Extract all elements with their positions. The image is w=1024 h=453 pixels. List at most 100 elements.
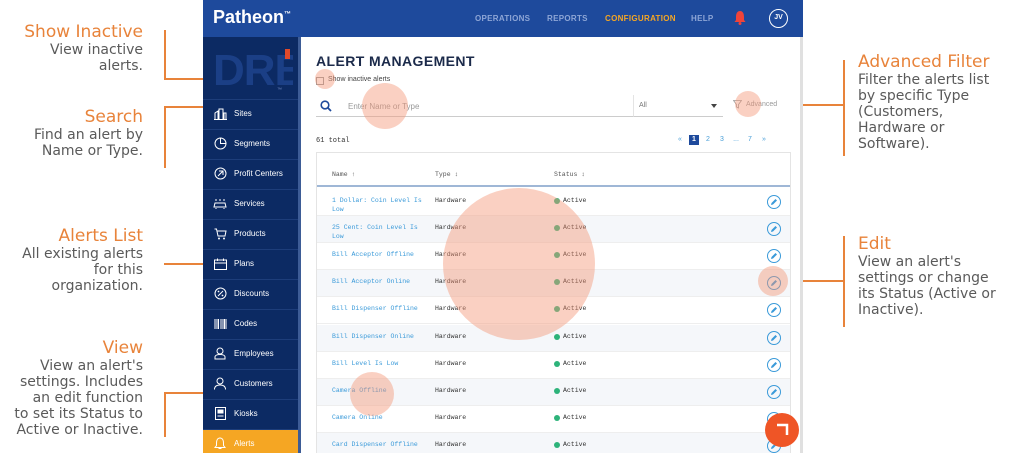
alert-type: Hardware xyxy=(435,414,467,421)
pencil-icon xyxy=(771,280,777,286)
sidebar-item-customers[interactable]: Customers xyxy=(203,369,301,397)
alert-status: Active xyxy=(554,386,586,395)
callout-line xyxy=(843,60,845,156)
column-header-name[interactable]: Name ↑ xyxy=(332,171,355,178)
alert-name-link[interactable]: Bill Level Is Low xyxy=(332,359,427,368)
alert-name-link[interactable]: 1 Dollar: Coin Level Is Low xyxy=(332,196,427,214)
callout-desc: for this xyxy=(93,262,143,278)
advanced-filter-button[interactable]: Advanced xyxy=(733,100,777,109)
table-row[interactable]: Bill Acceptor Offline Hardware Active xyxy=(317,243,790,270)
pager-page[interactable]: 1 xyxy=(689,135,699,145)
sidebar-item-profit-centers[interactable]: Profit Centers xyxy=(203,159,301,187)
help-chat-button[interactable] xyxy=(765,413,799,447)
alert-icon xyxy=(213,437,227,451)
chat-icon xyxy=(777,423,789,435)
callout-title: Advanced Filter xyxy=(858,52,990,72)
pager-page[interactable]: 2 xyxy=(703,135,713,145)
pager-next[interactable]: » xyxy=(759,135,769,145)
sidebar-item-segments[interactable]: Segments xyxy=(203,129,301,157)
alert-status: Active xyxy=(554,277,586,286)
logo-mark: ™ xyxy=(284,11,292,18)
edit-button[interactable] xyxy=(767,331,781,345)
edit-button[interactable] xyxy=(767,195,781,209)
callout-line xyxy=(164,106,166,168)
app-logo[interactable]: Patheon™ xyxy=(213,7,291,28)
edit-button[interactable] xyxy=(767,276,781,290)
edit-button[interactable] xyxy=(767,249,781,263)
table-row[interactable]: Bill Level Is Low Hardware Active xyxy=(317,352,790,379)
edit-button[interactable] xyxy=(767,303,781,317)
total-count: 61 total xyxy=(316,137,350,145)
sidebar-item-codes[interactable]: Codes xyxy=(203,309,301,337)
status-dot xyxy=(554,197,560,204)
sidebar-item-services[interactable]: Services xyxy=(203,189,301,217)
pager-page[interactable]: 7 xyxy=(745,135,755,145)
alert-name-link[interactable]: Camera Offline xyxy=(332,386,427,395)
status-dot xyxy=(554,441,560,448)
advanced-filter-label: Advanced xyxy=(746,101,778,108)
table-row[interactable]: 1 Dollar: Coin Level Is Low Hardware Activ… xyxy=(317,189,790,216)
main-scrollbar[interactable] xyxy=(800,37,803,453)
status-dot xyxy=(554,414,560,421)
calendar-icon xyxy=(213,257,227,271)
sidebar-item-label: Segments xyxy=(234,139,271,148)
edit-button[interactable] xyxy=(767,385,781,399)
callout-title: Edit xyxy=(858,234,891,254)
pie-chart-icon xyxy=(213,137,227,151)
edit-button[interactable] xyxy=(767,222,781,236)
callout-line xyxy=(164,30,166,79)
sidebar-item-plans[interactable]: Plans xyxy=(203,249,301,277)
callout-advanced-filter: Advanced Filter Filter the alerts list b… xyxy=(858,52,989,152)
alert-name-link[interactable]: Bill Acceptor Online xyxy=(332,277,427,286)
edit-button[interactable] xyxy=(767,358,781,372)
alert-status: Active xyxy=(554,413,586,422)
nav-help[interactable]: HELP xyxy=(691,14,714,23)
alert-name-link[interactable]: Card Dispenser Offline xyxy=(332,440,427,449)
sidebar-item-sites[interactable]: Sites xyxy=(203,99,301,127)
search-icon[interactable] xyxy=(320,99,332,117)
bell-icon[interactable] xyxy=(734,10,746,30)
table-row[interactable]: Bill Acceptor Online Hardware Active xyxy=(317,270,790,297)
table-row[interactable]: Camera Offline Hardware Active xyxy=(317,379,790,406)
callout-desc: View an alert's xyxy=(39,358,143,374)
alert-status: Active xyxy=(554,223,586,232)
chevron-down-icon xyxy=(711,104,717,108)
type-select-value: All xyxy=(639,102,647,109)
nav-reports[interactable]: REPORTS xyxy=(547,14,588,23)
sidebar-item-products[interactable]: Products xyxy=(203,219,301,247)
table-row[interactable]: Camera Online Hardware Active xyxy=(317,406,790,433)
nav-configuration[interactable]: CONFIGURATION xyxy=(605,14,676,23)
table-row[interactable]: Card Dispenser Offline Hardware Active xyxy=(317,433,790,453)
pencil-icon xyxy=(771,199,777,205)
status-dot xyxy=(554,360,560,367)
top-navbar: Patheon™ OPERATIONS REPORTS CONFIGURATIO… xyxy=(203,0,803,37)
sidebar-item-alerts[interactable]: Alerts xyxy=(203,429,301,453)
pager-prev[interactable]: « xyxy=(675,135,685,145)
alert-name-link[interactable]: Bill Dispenser Online xyxy=(332,332,427,341)
status-dot xyxy=(554,305,560,312)
show-inactive-label[interactable]: Show inactive alerts xyxy=(328,76,390,83)
show-inactive-checkbox[interactable] xyxy=(316,77,324,85)
alert-status: Active xyxy=(554,359,586,368)
nav-operations[interactable]: OPERATIONS xyxy=(475,14,530,23)
search-input[interactable] xyxy=(348,99,618,113)
alert-name-link[interactable]: Camera Online xyxy=(332,413,427,422)
sidebar-item-kiosks[interactable]: Kiosks xyxy=(203,399,301,427)
alert-name-link[interactable]: 25 Cent: Coin Level Is Low xyxy=(332,223,427,241)
callout-desc: settings. Includes xyxy=(20,374,143,390)
column-header-status[interactable]: Status ↕ xyxy=(554,171,585,178)
alert-name-link[interactable]: Bill Acceptor Offline xyxy=(332,250,427,259)
table-row[interactable]: Bill Dispenser Online Hardware Active xyxy=(317,325,790,352)
table-row[interactable]: 25 Cent: Coin Level Is Low Hardware Active xyxy=(317,216,790,243)
sidebar-item-employees[interactable]: Employees xyxy=(203,339,301,367)
sidebar-item-discounts[interactable]: Discounts xyxy=(203,279,301,307)
callout-desc: Name or Type. xyxy=(41,143,143,159)
table-row[interactable]: Bill Dispenser Offline Hardware Active xyxy=(317,297,790,324)
column-header-type[interactable]: Type ↕ xyxy=(435,171,458,178)
pager-page[interactable]: 3 xyxy=(717,135,727,145)
user-avatar[interactable]: JV xyxy=(769,9,788,28)
customer-icon xyxy=(213,377,227,391)
alert-name-link[interactable]: Bill Dispenser Offline xyxy=(332,304,427,313)
type-select[interactable]: All xyxy=(633,95,723,117)
status-label: Active xyxy=(563,197,587,204)
